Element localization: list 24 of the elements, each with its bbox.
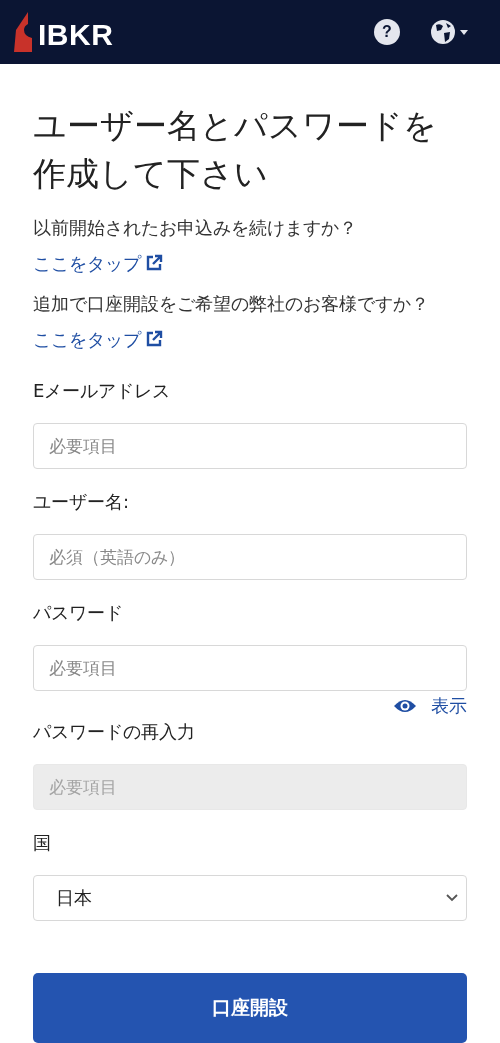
field-label: ユーザー名: [33, 490, 130, 514]
help-button[interactable]: ? [374, 19, 400, 45]
field-label: Eメールアドレス [33, 379, 171, 403]
info-text: 以前開始されたお申込みを続けますか？ ここをタップ [33, 216, 358, 276]
field-label: パスワード [33, 601, 123, 625]
chevron-icon [446, 894, 458, 902]
show-password-button[interactable]: 表示 [393, 693, 467, 719]
eye-icon [393, 698, 417, 714]
input-field[interactable]: 必須（英語のみ） [33, 534, 467, 580]
open-account-button[interactable]: 口座開設 [33, 973, 467, 1043]
external-link-icon [145, 254, 163, 272]
logo-icon [12, 12, 34, 52]
input-field[interactable]: 必要項目 [33, 423, 467, 469]
tap-here-link[interactable]: ここをタップ [33, 329, 163, 350]
tap-here-link[interactable]: ここをタップ [33, 253, 163, 274]
external-link-icon [145, 330, 163, 348]
field-label: 国 [33, 831, 51, 855]
field-label: パスワードの再入力 [33, 720, 195, 744]
info-text: 追加で口座開設をご希望の弊社のお客様ですか？ ここをタップ [33, 292, 430, 352]
input-field[interactable]: 必要項目 [33, 645, 467, 691]
country-select[interactable]: 日本 [33, 875, 467, 921]
globe-icon[interactable] [430, 19, 470, 45]
logo-text: IBKR [38, 18, 114, 52]
page-title: ユーザー名とパスワードを作成して下さい [33, 105, 438, 195]
